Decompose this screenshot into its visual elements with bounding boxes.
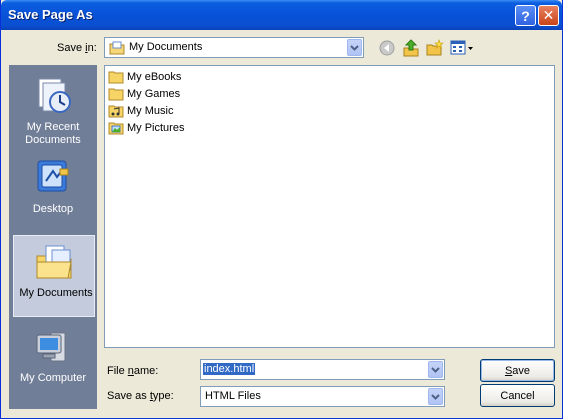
window-title: Save Page As (8, 7, 93, 22)
save-in-value: My Documents (129, 41, 203, 53)
file-label: My Games (127, 88, 181, 100)
title-bar[interactable]: Save Page As ? ✕ (1, 0, 562, 30)
chevron-down-icon (431, 393, 440, 400)
folder-icon (108, 87, 124, 101)
cancel-button[interactable]: Cancel (480, 384, 555, 407)
place-label: Desktop (32, 203, 74, 215)
back-button[interactable] (377, 38, 397, 58)
place-desktop[interactable]: Desktop (11, 151, 95, 231)
pictures-folder-icon (108, 121, 124, 135)
save-button[interactable]: Save (480, 359, 555, 382)
file-label: My Pictures (127, 122, 185, 134)
help-button[interactable]: ? (515, 5, 536, 26)
list-item-my-pictures[interactable]: My Pictures (108, 120, 184, 136)
list-item-my-ebooks[interactable]: My eBooks (108, 69, 181, 85)
place-label: My Recent (26, 121, 80, 133)
save-in-dropdown[interactable]: My Documents (104, 37, 364, 58)
place-my-computer[interactable]: My Computer (11, 321, 95, 401)
file-name-label: File name: (107, 365, 159, 377)
save-as-type-dropdown[interactable]: HTML Files (200, 386, 445, 407)
place-my-documents[interactable]: My Documents (13, 235, 95, 317)
place-label: My Computer (19, 372, 87, 384)
file-name-value: index.html (203, 363, 256, 375)
chevron-down-icon (431, 366, 440, 373)
new-folder-button[interactable] (425, 38, 445, 58)
place-label: My Documents (19, 287, 93, 299)
new-folder-icon (426, 39, 444, 56)
file-label: My eBooks (127, 71, 182, 83)
my-computer-icon (33, 327, 73, 367)
my-documents-icon (34, 242, 74, 282)
desktop-icon (33, 157, 73, 197)
place-my-recent-documents[interactable]: My Recent Documents (11, 69, 95, 149)
view-menu-icon (450, 40, 473, 55)
help-icon: ? (521, 7, 530, 24)
recent-documents-icon (33, 75, 73, 115)
up-folder-icon (403, 39, 419, 57)
save-as-type-dropdown-arrow[interactable] (428, 388, 443, 405)
places-bar: My Recent Documents Desktop My Documents… (9, 65, 97, 409)
file-label: My Music (127, 105, 174, 117)
back-arrow-icon (379, 40, 395, 56)
save-in-dropdown-arrow[interactable] (347, 39, 362, 56)
music-folder-icon (108, 104, 124, 118)
my-documents-small-icon (109, 41, 125, 55)
close-button[interactable]: ✕ (538, 5, 559, 26)
file-name-input[interactable]: index.html (200, 359, 445, 380)
save-as-type-value: HTML Files (205, 390, 261, 402)
file-list[interactable]: My eBooks My Games My Music My Pictures (104, 65, 555, 348)
place-label-line2: Documents (25, 134, 81, 146)
file-name-dropdown-arrow[interactable] (428, 361, 443, 378)
up-one-level-button[interactable] (401, 38, 421, 58)
list-item-my-games[interactable]: My Games (108, 86, 180, 102)
save-page-as-dialog: Save Page As ? ✕ Save in: My Documents M… (0, 0, 563, 419)
view-menu-button[interactable] (449, 38, 475, 58)
close-icon: ✕ (542, 7, 555, 23)
save-as-type-label: Save as type: (107, 390, 174, 402)
save-in-label: Save in: (57, 42, 97, 54)
folder-icon (108, 70, 124, 84)
chevron-down-icon (350, 44, 359, 51)
list-item-my-music[interactable]: My Music (108, 103, 173, 119)
